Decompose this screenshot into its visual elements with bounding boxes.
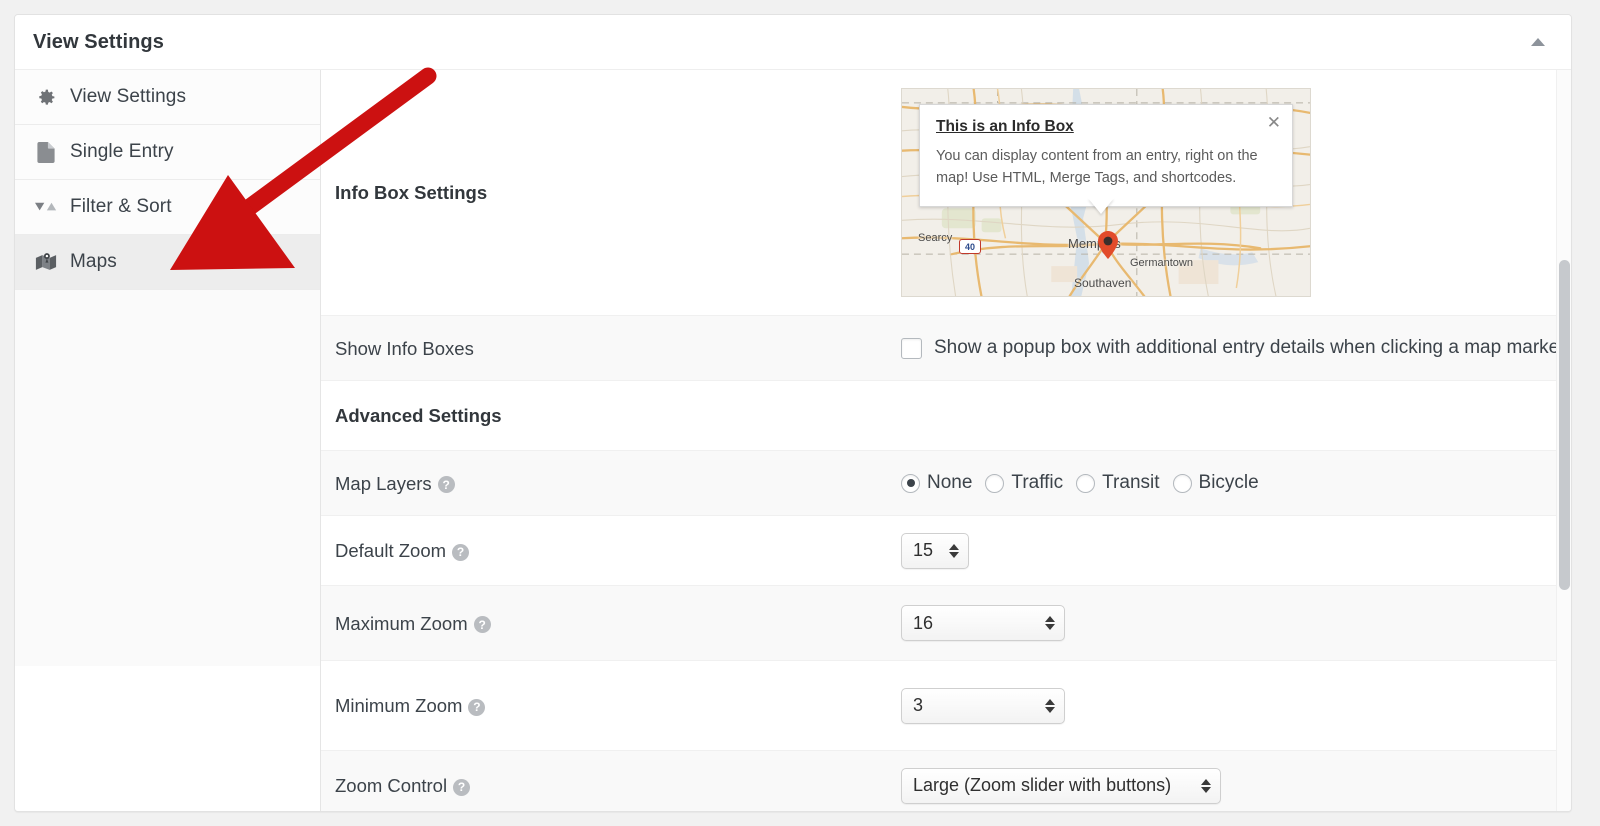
radio-input[interactable] [1076,473,1096,493]
radio-input[interactable] [1172,473,1192,493]
show-info-boxes-control: Show a popup box with additional entry d… [901,337,1566,359]
row-label: Info Box Settings [335,179,615,205]
info-box-tail [1088,198,1114,214]
help-icon[interactable]: ? [468,698,486,716]
row-minimum-zoom: Minimum Zoom ? 3 [321,661,1571,751]
default-zoom-select[interactable]: 15 [901,532,969,569]
row-label: Map Layers ? [335,470,615,496]
row-label: Maximum Zoom ? [335,610,615,636]
map-label-searcy: Searcy [918,232,953,244]
row-default-zoom: Default Zoom ? 15 [321,516,1571,586]
map-preview[interactable]: 40 40 Searcy Memphis Germantown Southave… [901,88,1311,297]
page-icon [35,141,57,163]
default-zoom-label: Default Zoom [335,540,447,562]
minimum-zoom-value: 3 [913,695,924,715]
radio-option-transit[interactable]: Transit [1076,472,1160,494]
map-layers-label: Map Layers [335,472,432,494]
settings-content: Info Box Settings 40 Searcy Memphis Germ… [321,70,1571,811]
row-zoom-control: Zoom Control ? Large (Zoom slider with b… [321,751,1571,811]
map-pin-icon[interactable] [1098,231,1118,259]
highway-shield-icon: 40 [959,239,981,254]
row-advanced-settings: Advanced Settings [321,381,1571,451]
sidebar-item-label: Filter & Sort [70,196,172,217]
stepper-arrows-icon [1045,698,1055,713]
info-box-popup: ✕ This is an Info Box You can display co… [919,104,1293,207]
row-label: Show Info Boxes [335,335,615,361]
settings-scrollbar-thumb[interactable] [1559,260,1570,590]
panel-body: View Settings Single Entry Filter & Sort… [15,70,1571,811]
help-icon[interactable]: ? [452,543,470,561]
maximum-zoom-select[interactable]: 16 [901,605,1065,641]
sidebar-list: View Settings Single Entry Filter & Sort… [15,70,320,290]
sidebar-item-label: Single Entry [70,141,174,162]
advanced-settings-label: Advanced Settings [335,405,502,427]
sidebar-item-label: Maps [70,251,117,272]
minimum-zoom-select[interactable]: 3 [901,687,1065,724]
zoom-control-select[interactable]: Large (Zoom slider with buttons) [901,767,1221,804]
radio-option-none[interactable]: None [901,472,972,494]
sidebar-item-view-settings[interactable]: View Settings [15,70,320,125]
row-field: 16 [615,605,1571,641]
help-icon[interactable]: ? [453,778,471,796]
sidebar-item-single-entry[interactable]: Single Entry [15,125,320,180]
row-field: Large (Zoom slider with buttons) [615,767,1571,804]
gear-icon [35,86,57,108]
map-label-southaven: Southaven [1074,276,1132,290]
minimum-zoom-label: Minimum Zoom [335,695,463,717]
info-box-title: This is an Info Box [936,118,1074,135]
radio-label: Transit [1102,472,1160,493]
row-label: Advanced Settings [335,402,615,428]
stepper-arrows-icon [1045,616,1055,630]
row-field: None Traffic Transit Bicycle [615,472,1571,494]
radio-input[interactable] [985,473,1005,493]
row-label: Default Zoom ? [335,537,615,563]
radio-option-traffic[interactable]: Traffic [985,472,1063,494]
row-label: Minimum Zoom ? [335,692,615,718]
page-title: View Settings [33,30,164,53]
help-icon[interactable]: ? [437,476,455,494]
stepper-arrows-icon [949,543,959,558]
sidebar-item-label: View Settings [70,86,187,107]
radio-label: Bicycle [1198,472,1259,493]
row-info-box-settings: Info Box Settings 40 Searcy Memphis Germ… [321,70,1571,316]
row-field: 40 40 Searcy Memphis Germantown Southave… [615,88,1571,297]
row-show-info-boxes: Show Info Boxes Show a popup box with ad… [321,316,1571,381]
radio-option-bicycle[interactable]: Bicycle [1172,472,1259,494]
settings-sidebar: View Settings Single Entry Filter & Sort… [15,70,321,811]
row-label: Zoom Control ? [335,772,615,798]
default-zoom-value: 15 [913,540,934,560]
sidebar-item-maps[interactable]: Maps [15,235,320,290]
show-info-boxes-label: Show Info Boxes [335,337,474,359]
map-icon [35,251,57,273]
info-box-body: You can display content from an entry, r… [936,148,1258,187]
caret-up-icon[interactable] [1527,31,1549,53]
panel-header: View Settings [15,15,1571,70]
stepper-arrows-icon [1201,778,1211,793]
radio-label: None [927,472,973,493]
zoom-control-label: Zoom Control [335,775,448,797]
close-icon[interactable]: ✕ [1267,114,1281,131]
row-field: 15 [615,532,1571,569]
row-map-layers: Map Layers ? None Traffic Transit Bicycl… [321,451,1571,516]
radio-label: Traffic [1011,472,1064,493]
show-info-boxes-checkbox[interactable] [901,337,922,359]
sort-icon [35,196,57,218]
show-info-boxes-checkbox-label[interactable]: Show a popup box with additional entry d… [934,337,1566,359]
view-settings-metabox: View Settings View Settings Single Entry… [14,14,1572,812]
maximum-zoom-value: 16 [913,612,934,633]
sidebar-item-filter-sort[interactable]: Filter & Sort [15,180,320,235]
row-maximum-zoom: Maximum Zoom ? 16 [321,586,1571,661]
zoom-control-value: Large (Zoom slider with buttons) [913,775,1172,795]
map-layers-radio-group: None Traffic Transit Bicycle [901,472,1259,494]
radio-input[interactable] [901,473,920,493]
map-label-germantown: Germantown [1130,257,1193,269]
maximum-zoom-label: Maximum Zoom [335,612,468,634]
row-field: 3 [615,687,1571,724]
info-box-settings-label: Info Box Settings [335,182,488,204]
row-field: Show a popup box with additional entry d… [615,337,1571,359]
page-root: View Settings View Settings Single Entry… [0,0,1600,826]
settings-scrollbar-track[interactable] [1556,70,1571,811]
help-icon[interactable]: ? [473,616,491,634]
